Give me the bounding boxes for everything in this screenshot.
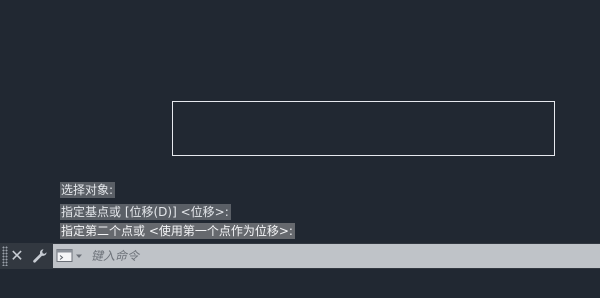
drag-grip-handle[interactable] xyxy=(2,246,8,266)
drawing-canvas[interactable]: 选择对象: 指定基点或 [位移(D)] <位移>: 指定第二个点或 <使用第一个… xyxy=(0,0,600,298)
command-input[interactable] xyxy=(87,246,595,266)
command-input-area xyxy=(53,244,600,268)
command-history-line-current: 指定第二个点或 <使用第一个点作为位移>: xyxy=(60,223,295,239)
command-prompt-icon[interactable] xyxy=(55,247,85,265)
close-icon[interactable]: ✕ xyxy=(9,246,25,266)
command-history-line: 选择对象: xyxy=(60,182,116,198)
wrench-icon[interactable] xyxy=(31,247,49,265)
command-line-bar: ✕ xyxy=(0,243,600,269)
bottom-canvas-strip xyxy=(0,269,600,298)
command-history-line: 指定基点或 [位移(D)] <位移>: xyxy=(60,204,231,220)
rectangle-object[interactable] xyxy=(172,101,555,156)
